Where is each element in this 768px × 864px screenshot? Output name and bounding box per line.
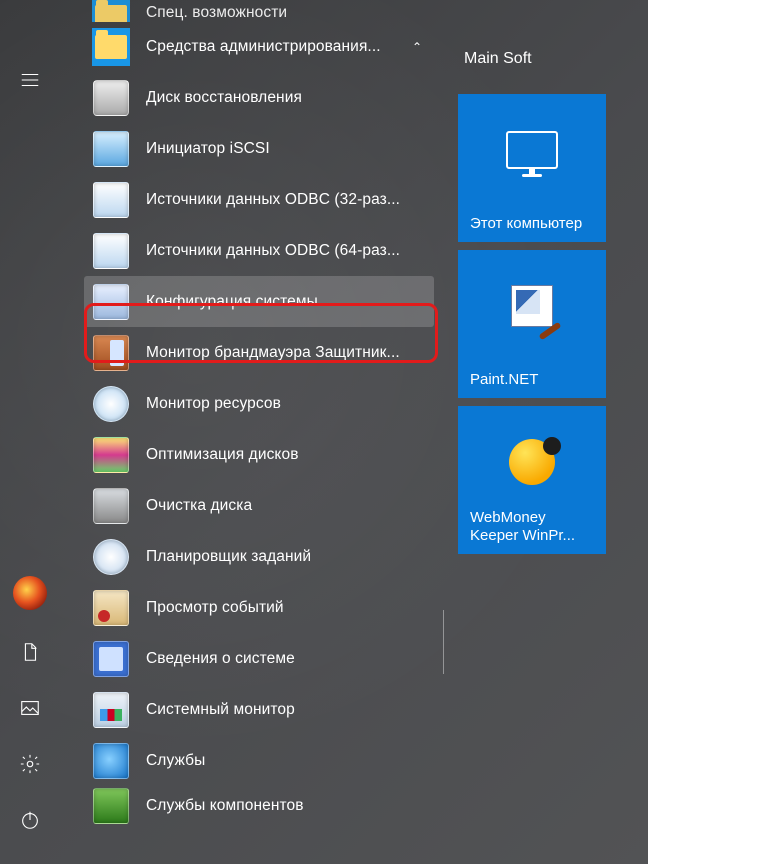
disk-icon (92, 79, 130, 117)
settings-button[interactable] (8, 742, 52, 786)
app-item-defrag[interactable]: Оптимизация дисков (84, 429, 434, 480)
app-label: Конфигурация системы (146, 293, 434, 311)
tile-webmoney[interactable]: WebMoney Keeper WinPr... (458, 406, 606, 554)
app-folder-admin-tools[interactable]: Средства администрирования... ⌃ (84, 22, 434, 72)
services-icon (92, 742, 130, 780)
app-item-msconfig[interactable]: Конфигурация системы (84, 276, 434, 327)
sysinfo-icon (92, 640, 130, 678)
event-viewer-icon (92, 589, 130, 627)
webmoney-icon (509, 439, 555, 485)
app-item-services[interactable]: Службы (84, 735, 434, 786)
app-label: Службы компонентов (146, 797, 434, 815)
defrag-icon (92, 436, 130, 474)
app-label: Диск восстановления (146, 89, 434, 107)
cleanup-icon (92, 487, 130, 525)
app-label: Системный монитор (146, 701, 434, 719)
tile-group: Main Soft Этот компьютер Paint.NET WebMo… (458, 50, 638, 562)
documents-button[interactable] (8, 630, 52, 674)
tile-label: Этот компьютер (470, 215, 594, 234)
user-avatar[interactable] (13, 576, 47, 610)
app-label: Очистка диска (146, 497, 434, 515)
rail (0, 0, 60, 864)
app-item-firewall-monitor[interactable]: Монитор брандмауэра Защитник... (84, 327, 434, 378)
msconfig-icon (92, 283, 130, 321)
component-services-icon (92, 787, 130, 825)
resource-monitor-icon (92, 385, 130, 423)
app-item-perf-monitor[interactable]: Системный монитор (84, 684, 434, 735)
perfmon-icon (92, 691, 130, 729)
app-item-system-info[interactable]: Сведения о системе (84, 633, 434, 684)
app-label: Монитор брандмауэра Защитник... (146, 344, 434, 362)
tile-paintnet[interactable]: Paint.NET (458, 250, 606, 398)
start-menu: Спец. возможности Средства администриров… (0, 0, 648, 864)
hamburger-button[interactable] (8, 58, 52, 102)
app-item-recovery-drive[interactable]: Диск восстановления (84, 72, 434, 123)
app-label: Сведения о системе (146, 650, 434, 668)
folder-icon (92, 28, 130, 66)
tile-label: Paint.NET (470, 371, 594, 390)
scheduler-icon (92, 538, 130, 576)
app-label: Источники данных ODBC (32-раз... (146, 191, 434, 209)
app-item-disk-cleanup[interactable]: Очистка диска (84, 480, 434, 531)
app-item-odbc32[interactable]: Источники данных ODBC (32-раз... (84, 174, 434, 225)
chevron-up-icon: ⌃ (406, 40, 428, 54)
app-label: Средства администрирования... (146, 38, 406, 56)
power-button[interactable] (8, 798, 52, 842)
app-item-accessibility[interactable]: Спец. возможности (84, 0, 434, 22)
app-label: Планировщик заданий (146, 548, 434, 566)
app-label: Службы (146, 752, 434, 770)
app-item-task-scheduler[interactable]: Планировщик заданий (84, 531, 434, 582)
app-item-iscsi[interactable]: Инициатор iSCSI (84, 123, 434, 174)
app-item-resource-monitor[interactable]: Монитор ресурсов (84, 378, 434, 429)
tile-group-heading[interactable]: Main Soft (464, 50, 638, 68)
folder-icon (92, 0, 130, 22)
app-item-event-viewer[interactable]: Просмотр событий (84, 582, 434, 633)
tile-this-pc[interactable]: Этот компьютер (458, 94, 606, 242)
app-label: Оптимизация дисков (146, 446, 434, 464)
app-item-odbc64[interactable]: Источники данных ODBC (64-раз... (84, 225, 434, 276)
app-label: Спец. возможности (146, 4, 434, 22)
odbc-icon (92, 181, 130, 219)
app-label: Монитор ресурсов (146, 395, 434, 413)
app-label: Инициатор iSCSI (146, 140, 434, 158)
tile-label: WebMoney Keeper WinPr... (470, 509, 594, 547)
app-label: Источники данных ODBC (64-раз... (146, 242, 434, 260)
iscsi-icon (92, 130, 130, 168)
firewall-icon (92, 334, 130, 372)
scrollbar-indicator[interactable] (443, 610, 444, 674)
app-label: Просмотр событий (146, 599, 434, 617)
app-item-component-services[interactable]: Службы компонентов (84, 786, 434, 826)
odbc-icon (92, 232, 130, 270)
pictures-button[interactable] (8, 686, 52, 730)
paintnet-icon (511, 285, 553, 327)
pc-icon (506, 131, 558, 169)
app-list: Спец. возможности Средства администриров… (84, 0, 434, 864)
